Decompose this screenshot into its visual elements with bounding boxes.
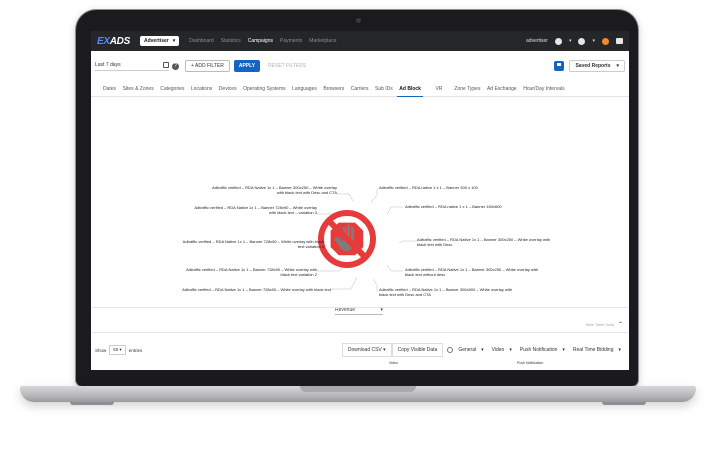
- tab-dates[interactable]: Dates: [103, 82, 116, 96]
- chevron-down-icon: ▾: [568, 38, 572, 44]
- chart-label-right-1: Adtraffic verified – RDA native 1 x 1 – …: [379, 185, 478, 190]
- help-icon[interactable]: ?: [172, 62, 179, 70]
- tab-hour-day-intervals[interactable]: Hour/Day Intervals: [523, 82, 564, 96]
- real-time-bidding-dropdown[interactable]: Real Time Bidding ▾: [569, 344, 625, 356]
- chevron-down-icon: ▾: [172, 38, 176, 44]
- main-nav: Dashboard Statistics Campaigns Payments …: [189, 38, 336, 44]
- section-divider: [91, 332, 629, 333]
- tab-ad-block[interactable]: Ad Block: [397, 82, 423, 97]
- reset-filters-button[interactable]: RESET FILTERS: [268, 63, 306, 69]
- entries-select[interactable]: 50 ▾: [109, 345, 126, 355]
- nav-marketplace[interactable]: Marketplace: [309, 38, 336, 44]
- globe-icon[interactable]: [578, 37, 586, 45]
- tab-categories[interactable]: Categories: [160, 82, 184, 96]
- chevron-down-icon: ▾: [616, 63, 619, 69]
- report-tabs: Dates Sites & Zones Categories Locations…: [91, 81, 629, 97]
- user-icon[interactable]: [554, 37, 562, 45]
- chart-label-left-4: Adtraffic verified – RDA Native 1x 1 – B…: [186, 267, 317, 277]
- tab-devices[interactable]: Devices: [219, 82, 237, 96]
- screen-bezel-bottom: [91, 370, 629, 378]
- apply-button[interactable]: APPLY: [233, 60, 261, 72]
- adblock-chart: Adtraffic verified – RDA Native 1x 1 – B…: [91, 97, 629, 315]
- nav-statistics[interactable]: Statistics: [221, 38, 241, 44]
- user-name[interactable]: advertiser: [526, 38, 548, 44]
- tab-languages[interactable]: Languages: [292, 82, 317, 96]
- tab-locations[interactable]: Locations: [191, 82, 212, 96]
- tab-carriers[interactable]: Carriers: [351, 82, 369, 96]
- date-range-value: Last 7 days: [95, 61, 121, 68]
- notification-icon[interactable]: [602, 37, 609, 45]
- table-controls: Show 50 ▾ entries Download CSV ▾ Copy Vi…: [91, 343, 629, 357]
- saved-reports-label: Saved Reports: [575, 63, 611, 69]
- copy-visible-data-button[interactable]: Copy Visible Data: [391, 343, 444, 357]
- entries-label: entries: [128, 347, 143, 353]
- column-header-push-notification: Push Notification: [517, 361, 544, 365]
- add-filter-button[interactable]: + ADD FILTER: [185, 60, 230, 72]
- download-csv-button[interactable]: Download CSV ▾: [341, 343, 392, 357]
- filter-bar: Last 7 days ? + ADD FILTER APPLY RESET F…: [91, 57, 629, 75]
- show-entries: Show 50 ▾ entries: [95, 345, 142, 355]
- camera-dot: [356, 18, 361, 23]
- chart-label-right-2: Adtraffic verified – RDA native 1 x 1 – …: [405, 204, 502, 209]
- laptop-foot: [70, 402, 114, 405]
- nav-payments[interactable]: Payments: [280, 38, 302, 44]
- tab-ad-exchange[interactable]: Ad Exchange: [487, 82, 517, 96]
- chart-label-left-5: Adtraffic verified – RDA Native 1x 1 – B…: [182, 287, 331, 292]
- show-label: Show: [95, 347, 107, 353]
- chart-label-right-4: Adtraffic verified – RDA Native 1x 1 – B…: [405, 267, 539, 277]
- metric-select[interactable]: Revenue ▾: [335, 307, 383, 315]
- user-area: advertiser ▾ ▾: [526, 37, 623, 45]
- leader-lines: [317, 189, 417, 292]
- account-type-select[interactable]: Advertiser ▾: [139, 36, 180, 46]
- table-actions: Download CSV ▾ Copy Visible Data General…: [341, 343, 625, 357]
- section-divider: [91, 307, 629, 308]
- chart-label-left-2: Adtraffic verified – RDA Native 1x 1 – B…: [194, 205, 317, 215]
- save-icon[interactable]: [554, 61, 565, 71]
- date-range-picker[interactable]: Last 7 days: [95, 61, 169, 71]
- chart-label-left-3: Adtraffic verified – RDA Native 1x 1 – B…: [182, 239, 324, 249]
- top-navbar: EXADS Advertiser ▾ Dashboard Statistics …: [91, 31, 629, 51]
- tab-sites-zones[interactable]: Sites & Zones: [123, 82, 154, 96]
- video-dropdown[interactable]: Video ▾: [488, 344, 516, 356]
- ad-block-icon: [318, 210, 376, 268]
- chart-label-right-5: Adtraffic verified – RDA Native 1x 1 – B…: [379, 287, 513, 297]
- filterbar-right: Saved Reports ▾: [554, 60, 625, 72]
- chevron-down-icon: ▾: [592, 38, 595, 44]
- chart-label-right-3: Adtraffic verified – RDA Native 1x 1 – B…: [417, 237, 551, 247]
- laptop-notch: [300, 386, 416, 392]
- hide-table-label: Hide Table Data: [585, 322, 614, 327]
- app-screen: EXADS Advertiser ▾ Dashboard Statistics …: [91, 31, 629, 370]
- chart-label-left-1: Adtraffic verified – RDA Native 1x 1 – B…: [212, 185, 337, 195]
- exads-logo[interactable]: EXADS: [97, 36, 130, 47]
- push-notification-dropdown[interactable]: Push Notification ▾: [516, 344, 569, 356]
- laptop-foot: [602, 402, 646, 405]
- calendar-icon: [163, 61, 169, 68]
- account-type-label: Advertiser: [143, 38, 169, 44]
- general-dropdown[interactable]: General ▾: [443, 344, 487, 356]
- tab-vr[interactable]: VR: [435, 82, 442, 96]
- gear-icon: [447, 347, 454, 353]
- nav-dashboard[interactable]: Dashboard: [189, 38, 213, 44]
- saved-reports-dropdown[interactable]: Saved Reports ▾: [569, 60, 625, 72]
- tab-operating-systems[interactable]: Operating Systems: [243, 82, 286, 96]
- tab-zone-types[interactable]: Zone Types: [454, 82, 480, 96]
- hide-table-toggle[interactable]: Hide Table Data ⌃: [586, 321, 623, 328]
- table-column-headers: Video Push Notification: [91, 358, 629, 368]
- tab-browsers[interactable]: Browsers: [323, 82, 344, 96]
- column-header-video: Video: [389, 361, 398, 365]
- chat-icon[interactable]: [616, 38, 623, 44]
- nav-campaigns[interactable]: Campaigns: [248, 38, 273, 44]
- chevron-up-icon: ⌃: [617, 322, 623, 328]
- laptop-frame: EXADS Advertiser ▾ Dashboard Statistics …: [0, 0, 716, 451]
- tab-sub-ids[interactable]: Sub IDs: [375, 82, 393, 96]
